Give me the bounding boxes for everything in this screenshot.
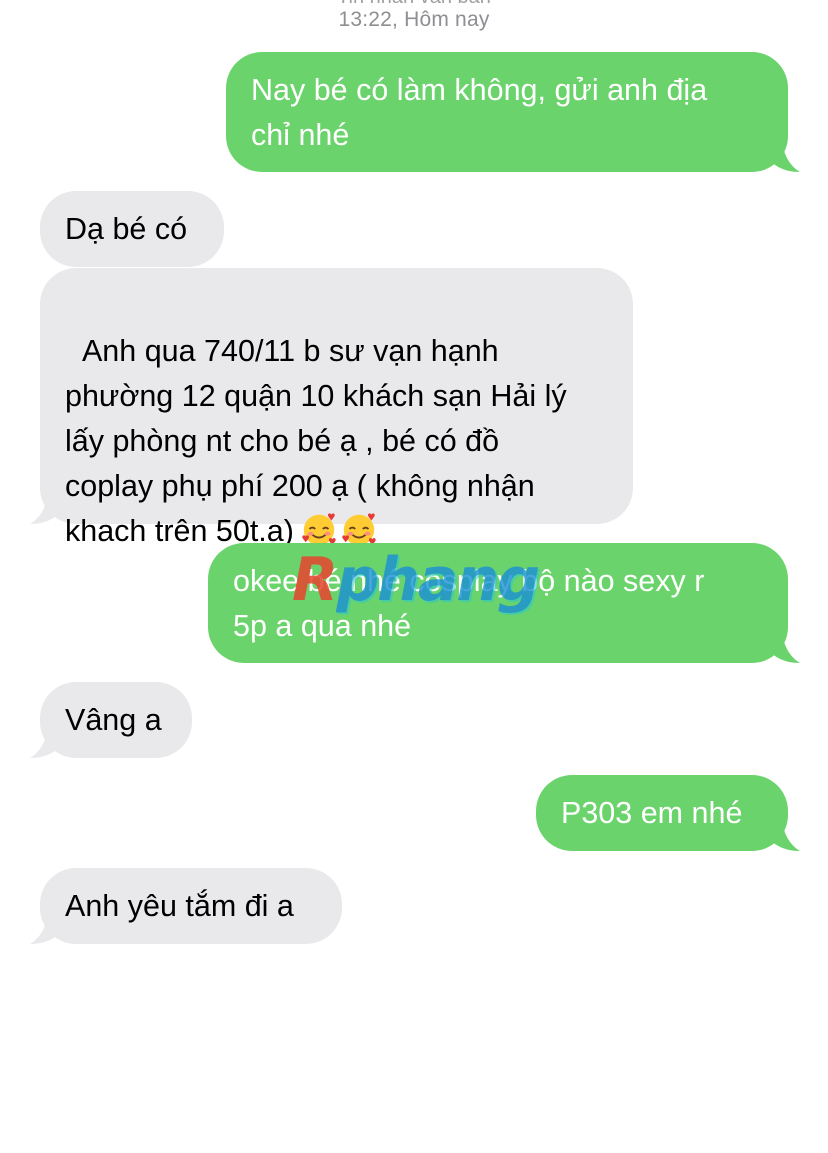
outgoing-message-bubble[interactable]: okee bé nhé cosplay bộ nào sexy r 5p a q… [208, 543, 788, 663]
incoming-bubble-tail [30, 908, 62, 944]
incoming-message-bubble[interactable]: Vâng a [40, 682, 192, 758]
outgoing-message-bubble[interactable]: Nay bé có làm không, gửi anh địa chỉ nhé [226, 52, 788, 172]
outgoing-message-bubble[interactable]: P303 em nhé [536, 775, 788, 851]
outgoing-bubble-tail [768, 627, 800, 663]
message-timestamp: 13:22, Hôm nay [338, 8, 490, 31]
incoming-bubble-tail [30, 488, 62, 524]
outgoing-bubble-tail [768, 136, 800, 172]
incoming-bubble-tail [30, 722, 62, 758]
outgoing-bubble-tail [768, 815, 800, 851]
incoming-message-bubble[interactable]: Anh qua 740/11 b sư vạn hạnh phường 12 q… [40, 268, 633, 548]
incoming-message-bubble[interactable]: Dạ bé có [40, 191, 224, 267]
incoming-message-bubble[interactable]: Anh yêu tắm đi a [40, 868, 342, 944]
